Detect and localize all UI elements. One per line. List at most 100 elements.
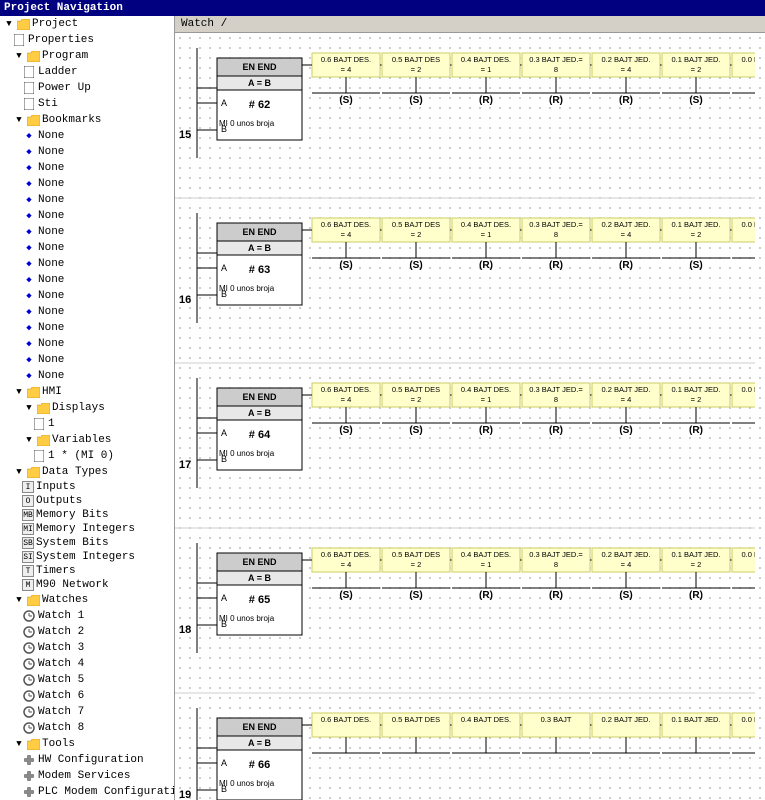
sidebar-label: Bookmarks bbox=[42, 114, 101, 126]
svg-text:(S): (S) bbox=[339, 590, 352, 601]
svg-text:MI 0 unos broja: MI 0 unos broja bbox=[219, 449, 275, 458]
svg-text:(R): (R) bbox=[479, 260, 493, 271]
bookmark-icon: ◆ bbox=[22, 209, 36, 223]
tool-icon bbox=[22, 785, 36, 799]
svg-text:A: A bbox=[221, 758, 227, 768]
svg-text:0.2 BAJT JED.: 0.2 BAJT JED. bbox=[601, 715, 650, 724]
sidebar-label: Power Up bbox=[38, 82, 91, 94]
dtype-icon: SI bbox=[22, 551, 34, 563]
sidebar-item-hwconfig[interactable]: HW Configuration bbox=[0, 752, 174, 768]
sidebar-item-plcmodem[interactable]: PLC Modem Configuration bbox=[0, 784, 174, 800]
sidebar-label: Modem Services bbox=[38, 770, 130, 782]
sidebar-item-none1[interactable]: ◆None bbox=[0, 128, 174, 144]
sidebar-item-properties[interactable]: Properties bbox=[0, 32, 174, 48]
sidebar-item-none12[interactable]: ◆None bbox=[0, 304, 174, 320]
ladder-content-area[interactable]: Watch / 15EN ENDA = B# 62AMI 0 unos broj… bbox=[175, 16, 765, 800]
svg-text:= 4: = 4 bbox=[341, 230, 352, 239]
expanded-arrow-icon[interactable]: ▼ bbox=[12, 593, 26, 607]
sidebar-item-none11[interactable]: ◆None bbox=[0, 288, 174, 304]
sidebar-item-program[interactable]: ▼Program bbox=[0, 48, 174, 64]
svg-text:= 4: = 4 bbox=[621, 395, 632, 404]
sidebar-label: Memory Integers bbox=[36, 523, 135, 535]
sidebar-item-powerup[interactable]: Power Up bbox=[0, 80, 174, 96]
sidebar-item-none2[interactable]: ◆None bbox=[0, 144, 174, 160]
sidebar-item-none6[interactable]: ◆None bbox=[0, 208, 174, 224]
bookmark-icon: ◆ bbox=[22, 177, 36, 191]
expanded-arrow-icon[interactable]: ▼ bbox=[22, 401, 36, 415]
sidebar-item-none9[interactable]: ◆None bbox=[0, 256, 174, 272]
file-icon bbox=[32, 417, 46, 431]
expanded-arrow-icon[interactable]: ▼ bbox=[12, 465, 26, 479]
sidebar-item-memoryintegers[interactable]: MIMemory Integers bbox=[0, 522, 174, 536]
sidebar-item-none15[interactable]: ◆None bbox=[0, 352, 174, 368]
svg-text:A = B: A = B bbox=[248, 243, 271, 253]
sidebar-item-variables[interactable]: ▼Variables bbox=[0, 432, 174, 448]
sidebar-item-watch4[interactable]: Watch 4 bbox=[0, 656, 174, 672]
sidebar-item-none16[interactable]: ◆None bbox=[0, 368, 174, 384]
sidebar-label: None bbox=[38, 338, 64, 350]
svg-text:(S): (S) bbox=[619, 425, 632, 436]
svg-text:EN END: EN END bbox=[242, 227, 277, 237]
bookmark-icon: ◆ bbox=[22, 193, 36, 207]
sidebar-item-modemservices[interactable]: Modem Services bbox=[0, 768, 174, 784]
sidebar-item-none7[interactable]: ◆None bbox=[0, 224, 174, 240]
sidebar-item-main1[interactable]: 1 bbox=[0, 416, 174, 432]
sidebar-item-none10[interactable]: ◆None bbox=[0, 272, 174, 288]
sidebar-item-none5[interactable]: ◆None bbox=[0, 192, 174, 208]
project-navigation-sidebar[interactable]: ▼ProjectProperties▼ProgramLadder Power Up… bbox=[0, 16, 175, 800]
sidebar-item-outputs[interactable]: OOutputs bbox=[0, 494, 174, 508]
sidebar-item-none4[interactable]: ◆None bbox=[0, 176, 174, 192]
sidebar-item-sti[interactable]: Sti bbox=[0, 96, 174, 112]
sidebar-item-m90network[interactable]: MM90 Network bbox=[0, 578, 174, 592]
svg-text:(R): (R) bbox=[689, 590, 703, 601]
watch-icon bbox=[22, 641, 36, 655]
sidebar-item-timers[interactable]: TTimers bbox=[0, 564, 174, 578]
sidebar-item-project[interactable]: ▼Project bbox=[0, 16, 174, 32]
sidebar-item-watch8[interactable]: Watch 8 bbox=[0, 720, 174, 736]
sidebar-item-mi0[interactable]: 1 * (MI 0) bbox=[0, 448, 174, 464]
sidebar-item-systembits[interactable]: SBSystem Bits bbox=[0, 536, 174, 550]
sidebar-item-hmi[interactable]: ▼HMI bbox=[0, 384, 174, 400]
sidebar-item-watch3[interactable]: Watch 3 bbox=[0, 640, 174, 656]
svg-text:B: B bbox=[221, 454, 227, 464]
sidebar-item-none8[interactable]: ◆None bbox=[0, 240, 174, 256]
svg-text:B: B bbox=[221, 124, 227, 134]
sidebar-item-displays[interactable]: ▼Displays bbox=[0, 400, 174, 416]
expanded-arrow-icon[interactable]: ▼ bbox=[12, 113, 26, 127]
sidebar-item-tools[interactable]: ▼Tools bbox=[0, 736, 174, 752]
sidebar-item-systemintegers[interactable]: SISystem Integers bbox=[0, 550, 174, 564]
dtype-icon: T bbox=[22, 565, 34, 577]
sidebar-item-bookmarks[interactable]: ▼ Bookmarks bbox=[0, 112, 174, 128]
sidebar-item-inputs[interactable]: IInputs bbox=[0, 480, 174, 494]
sidebar-item-watches[interactable]: ▼Watches bbox=[0, 592, 174, 608]
svg-text:(S): (S) bbox=[409, 590, 422, 601]
svg-text:= 4: = 4 bbox=[621, 230, 632, 239]
expanded-arrow-icon[interactable]: ▼ bbox=[12, 49, 26, 63]
sidebar-label: HW Configuration bbox=[38, 754, 144, 766]
folder-icon bbox=[16, 17, 30, 31]
svg-text:0.4 BAJT DES.: 0.4 BAJT DES. bbox=[461, 55, 511, 64]
sidebar-label: None bbox=[38, 370, 64, 382]
svg-text:0.3 BAJT JED.=: 0.3 BAJT JED.= bbox=[529, 550, 583, 559]
sidebar-item-datatypes[interactable]: ▼Data Types bbox=[0, 464, 174, 480]
sidebar-item-ladder[interactable]: Ladder bbox=[0, 64, 174, 80]
expanded-arrow-icon[interactable]: ▼ bbox=[22, 433, 36, 447]
svg-text:(R): (R) bbox=[479, 95, 493, 106]
sidebar-item-watch5[interactable]: Watch 5 bbox=[0, 672, 174, 688]
expanded-arrow-icon[interactable]: ▼ bbox=[12, 737, 26, 751]
svg-text:0.3 BAJT JED.=: 0.3 BAJT JED.= bbox=[529, 220, 583, 229]
sidebar-label: None bbox=[38, 306, 64, 318]
svg-text:(S): (S) bbox=[689, 95, 702, 106]
sidebar-item-watch7[interactable]: Watch 7 bbox=[0, 704, 174, 720]
sidebar-item-none13[interactable]: ◆None bbox=[0, 320, 174, 336]
sidebar-item-none3[interactable]: ◆None bbox=[0, 160, 174, 176]
svg-text:# 63: # 63 bbox=[249, 264, 270, 276]
expanded-arrow-icon[interactable]: ▼ bbox=[2, 17, 16, 31]
sidebar-item-memorybits[interactable]: MBMemory Bits bbox=[0, 508, 174, 522]
expanded-arrow-icon[interactable]: ▼ bbox=[12, 385, 26, 399]
sidebar-item-watch6[interactable]: Watch 6 bbox=[0, 688, 174, 704]
sidebar-item-watch1[interactable]: Watch 1 bbox=[0, 608, 174, 624]
sidebar-item-watch2[interactable]: Watch 2 bbox=[0, 624, 174, 640]
svg-text:A = B: A = B bbox=[248, 408, 271, 418]
sidebar-item-none14[interactable]: ◆None bbox=[0, 336, 174, 352]
